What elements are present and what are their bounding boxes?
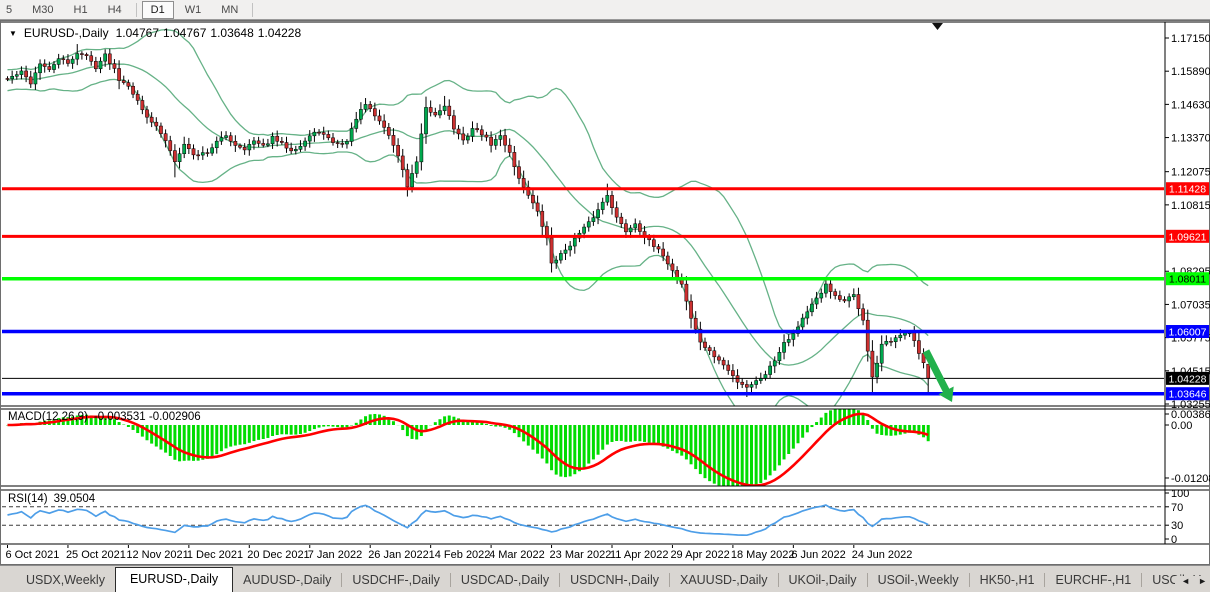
chart-window: 1.171501.158901.146301.133701.120751.108… xyxy=(0,20,1210,565)
tab-scroll-controls: ◄ ► xyxy=(1175,576,1207,586)
time-axis[interactable] xyxy=(0,545,1165,565)
timeframe-button-mn[interactable]: MN xyxy=(212,1,247,19)
tab-usdchf-daily[interactable]: USDCHF-,Daily xyxy=(342,569,450,592)
tab-eurchf-h1[interactable]: EURCHF-,H1 xyxy=(1045,569,1141,592)
price-axis[interactable] xyxy=(1166,20,1210,545)
tab-usdcnh-daily[interactable]: USDCNH-,Daily xyxy=(560,569,669,592)
timeframe-toolbar: 5M30H1H4 D1W1MN xyxy=(0,0,1210,20)
toolbar-divider xyxy=(136,3,137,17)
symbol-tabs: USDX,WeeklyEURUSD-,DailyAUDUSD-,DailyUSD… xyxy=(16,567,1210,592)
symbol-tabbar: USDX,WeeklyEURUSD-,DailyAUDUSD-,DailyUSD… xyxy=(0,565,1210,592)
timeframe-button-5[interactable]: 5 xyxy=(0,1,21,19)
tab-ukoil-daily[interactable]: UKOil-,Daily xyxy=(779,569,867,592)
timeframe-button-d1[interactable]: D1 xyxy=(142,1,174,19)
tabs-scroll-right-icon[interactable]: ► xyxy=(1198,576,1207,586)
tab-usdcad-daily[interactable]: USDCAD-,Daily xyxy=(451,569,559,592)
timeframe-button-h1[interactable]: H1 xyxy=(65,1,97,19)
tab-usoil-weekly[interactable]: USOil-,Weekly xyxy=(868,569,969,592)
tab-xauusd-daily[interactable]: XAUUSD-,Daily xyxy=(670,569,778,592)
tab-hk50-h1[interactable]: HK50-,H1 xyxy=(970,569,1045,592)
tabs-scroll-left-icon[interactable]: ◄ xyxy=(1181,576,1190,586)
toolbar-divider xyxy=(252,3,253,17)
timeframe-button-m30[interactable]: M30 xyxy=(23,1,62,19)
mt4-window: 5M30H1H4 D1W1MN 1.171501.158901.146301.13… xyxy=(0,0,1210,592)
timeframe-button-w1[interactable]: W1 xyxy=(176,1,211,19)
tab-audusd-daily[interactable]: AUDUSD-,Daily xyxy=(233,569,341,592)
timeframe-button-h4[interactable]: H4 xyxy=(99,1,131,19)
chart-canvas[interactable]: 1.171501.158901.146301.133701.120751.108… xyxy=(0,20,1210,565)
tab-usdx-weekly[interactable]: USDX,Weekly xyxy=(16,569,115,592)
tab-eurusd-daily[interactable]: EURUSD-,Daily xyxy=(115,567,233,592)
